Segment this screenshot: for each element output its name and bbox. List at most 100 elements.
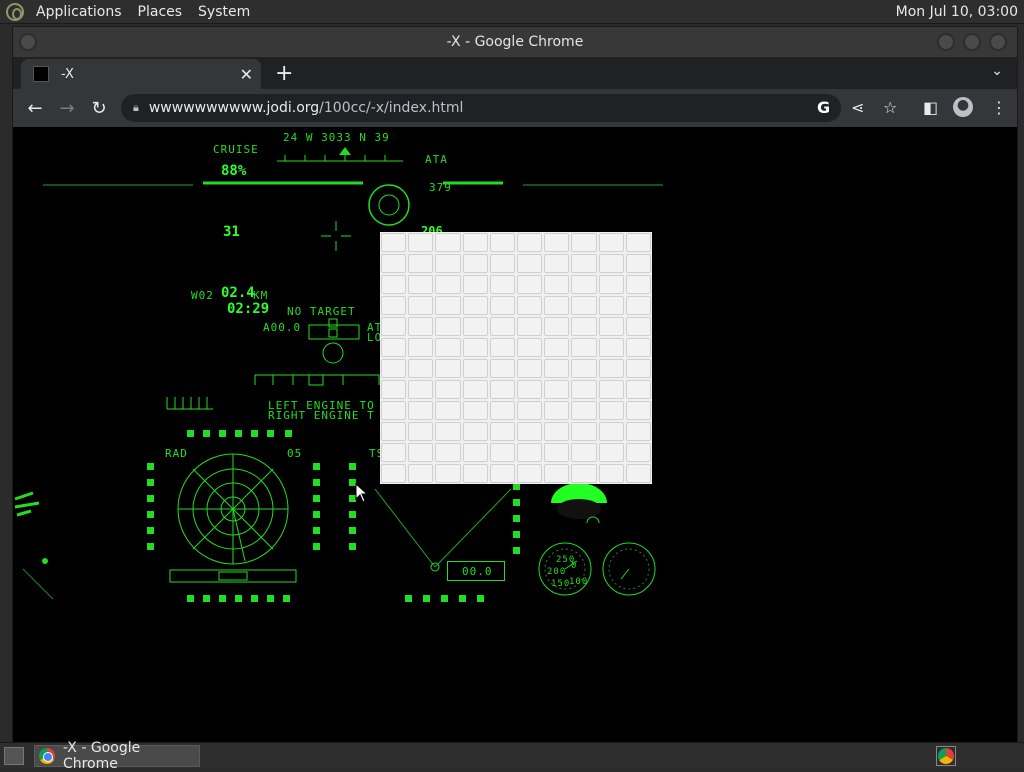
grid-tile[interactable] bbox=[435, 359, 461, 378]
applications-menu[interactable]: Applications bbox=[28, 0, 130, 24]
grid-tile[interactable] bbox=[489, 422, 515, 441]
grid-tile[interactable] bbox=[625, 401, 651, 420]
grid-tile[interactable] bbox=[462, 380, 488, 399]
grid-tile[interactable] bbox=[571, 422, 597, 441]
grid-tile[interactable] bbox=[625, 275, 651, 294]
grid-tile[interactable] bbox=[571, 359, 597, 378]
share-icon[interactable]: ⋖ bbox=[851, 98, 864, 117]
grid-tile[interactable] bbox=[462, 422, 488, 441]
back-button[interactable]: ← bbox=[19, 98, 51, 119]
workspace-switcher[interactable] bbox=[936, 746, 956, 766]
grid-tile[interactable] bbox=[462, 317, 488, 336]
grid-tile[interactable] bbox=[598, 296, 624, 315]
grid-tile[interactable] bbox=[381, 401, 407, 420]
bookmark-star-icon[interactable]: ☆ bbox=[883, 98, 897, 117]
window-titlebar[interactable]: -X - Google Chrome bbox=[13, 27, 1017, 57]
grid-tile[interactable] bbox=[544, 254, 570, 273]
grid-tile[interactable] bbox=[489, 338, 515, 357]
grid-tile[interactable] bbox=[381, 380, 407, 399]
grid-tile[interactable] bbox=[517, 422, 543, 441]
page-viewport[interactable]: 24 W 3033 N 39 CRUISE 88% ATA 379 31 206 bbox=[13, 127, 1017, 742]
grid-tile[interactable] bbox=[489, 380, 515, 399]
grid-tile[interactable] bbox=[435, 317, 461, 336]
grid-tile[interactable] bbox=[489, 275, 515, 294]
grid-tile[interactable] bbox=[544, 443, 570, 462]
forward-button[interactable]: → bbox=[51, 98, 83, 119]
grid-tile[interactable] bbox=[598, 443, 624, 462]
grid-tile[interactable] bbox=[571, 338, 597, 357]
window-menu-button[interactable] bbox=[19, 33, 37, 51]
close-window-button[interactable] bbox=[989, 33, 1007, 51]
grid-tile[interactable] bbox=[435, 443, 461, 462]
grid-tile[interactable] bbox=[408, 359, 434, 378]
grid-tile[interactable] bbox=[489, 401, 515, 420]
grid-tile[interactable] bbox=[408, 401, 434, 420]
grid-tile[interactable] bbox=[462, 359, 488, 378]
grid-tile[interactable] bbox=[435, 233, 461, 252]
grid-tile[interactable] bbox=[517, 254, 543, 273]
grid-tile[interactable] bbox=[598, 464, 624, 483]
grid-tile[interactable] bbox=[517, 233, 543, 252]
grid-tile[interactable] bbox=[571, 443, 597, 462]
clock[interactable]: Mon Jul 10, 03:00 bbox=[896, 4, 1024, 20]
grid-tile[interactable] bbox=[381, 359, 407, 378]
grid-tile[interactable] bbox=[435, 464, 461, 483]
grid-tile[interactable] bbox=[462, 338, 488, 357]
grid-tile[interactable] bbox=[598, 401, 624, 420]
grid-tile[interactable] bbox=[571, 296, 597, 315]
white-tile-grid[interactable] bbox=[380, 232, 652, 484]
grid-tile[interactable] bbox=[598, 317, 624, 336]
grid-tile[interactable] bbox=[408, 380, 434, 399]
grid-tile[interactable] bbox=[625, 254, 651, 273]
address-bar[interactable]: 🔒︎ wwwwwwwwww.jodi.org /100cc/-x/index.h… bbox=[121, 94, 841, 122]
grid-tile[interactable] bbox=[625, 380, 651, 399]
new-tab-button[interactable]: + bbox=[275, 59, 293, 89]
grid-tile[interactable] bbox=[544, 317, 570, 336]
grid-tile[interactable] bbox=[435, 380, 461, 399]
tab-close-icon[interactable]: ✕ bbox=[240, 65, 253, 84]
grid-tile[interactable] bbox=[598, 275, 624, 294]
side-panel-icon[interactable]: ◧ bbox=[923, 98, 938, 117]
grid-tile[interactable] bbox=[517, 338, 543, 357]
grid-tile[interactable] bbox=[517, 296, 543, 315]
show-desktop-icon[interactable] bbox=[4, 746, 24, 765]
grid-tile[interactable] bbox=[462, 254, 488, 273]
more-menu-icon[interactable]: ⋮ bbox=[991, 98, 1007, 117]
grid-tile[interactable] bbox=[544, 464, 570, 483]
grid-tile[interactable] bbox=[435, 296, 461, 315]
grid-tile[interactable] bbox=[489, 254, 515, 273]
grid-tile[interactable] bbox=[381, 296, 407, 315]
grid-tile[interactable] bbox=[489, 296, 515, 315]
grid-tile[interactable] bbox=[462, 464, 488, 483]
minimize-button[interactable] bbox=[937, 33, 955, 51]
grid-tile[interactable] bbox=[381, 317, 407, 336]
grid-tile[interactable] bbox=[625, 317, 651, 336]
grid-tile[interactable] bbox=[625, 296, 651, 315]
grid-tile[interactable] bbox=[381, 338, 407, 357]
places-menu[interactable]: Places bbox=[130, 0, 191, 24]
grid-tile[interactable] bbox=[544, 359, 570, 378]
grid-tile[interactable] bbox=[408, 254, 434, 273]
grid-tile[interactable] bbox=[381, 443, 407, 462]
profile-avatar-icon[interactable]: ● bbox=[953, 97, 973, 117]
system-menu[interactable]: System bbox=[190, 0, 258, 24]
grid-tile[interactable] bbox=[381, 464, 407, 483]
grid-tile[interactable] bbox=[489, 443, 515, 462]
grid-tile[interactable] bbox=[571, 275, 597, 294]
grid-tile[interactable] bbox=[517, 275, 543, 294]
grid-tile[interactable] bbox=[544, 233, 570, 252]
grid-tile[interactable] bbox=[544, 275, 570, 294]
grid-tile[interactable] bbox=[408, 296, 434, 315]
grid-tile[interactable] bbox=[408, 338, 434, 357]
grid-tile[interactable] bbox=[517, 317, 543, 336]
tab-search-chevron-icon[interactable]: ⌄ bbox=[991, 63, 1003, 79]
reload-button[interactable]: ↻ bbox=[83, 98, 115, 119]
lock-icon[interactable]: 🔒︎ bbox=[133, 101, 139, 115]
grid-tile[interactable] bbox=[598, 422, 624, 441]
grid-tile[interactable] bbox=[489, 359, 515, 378]
grid-tile[interactable] bbox=[517, 401, 543, 420]
grid-tile[interactable] bbox=[435, 338, 461, 357]
grid-tile[interactable] bbox=[571, 464, 597, 483]
grid-tile[interactable] bbox=[381, 275, 407, 294]
gnome-logo-icon[interactable] bbox=[6, 2, 24, 21]
